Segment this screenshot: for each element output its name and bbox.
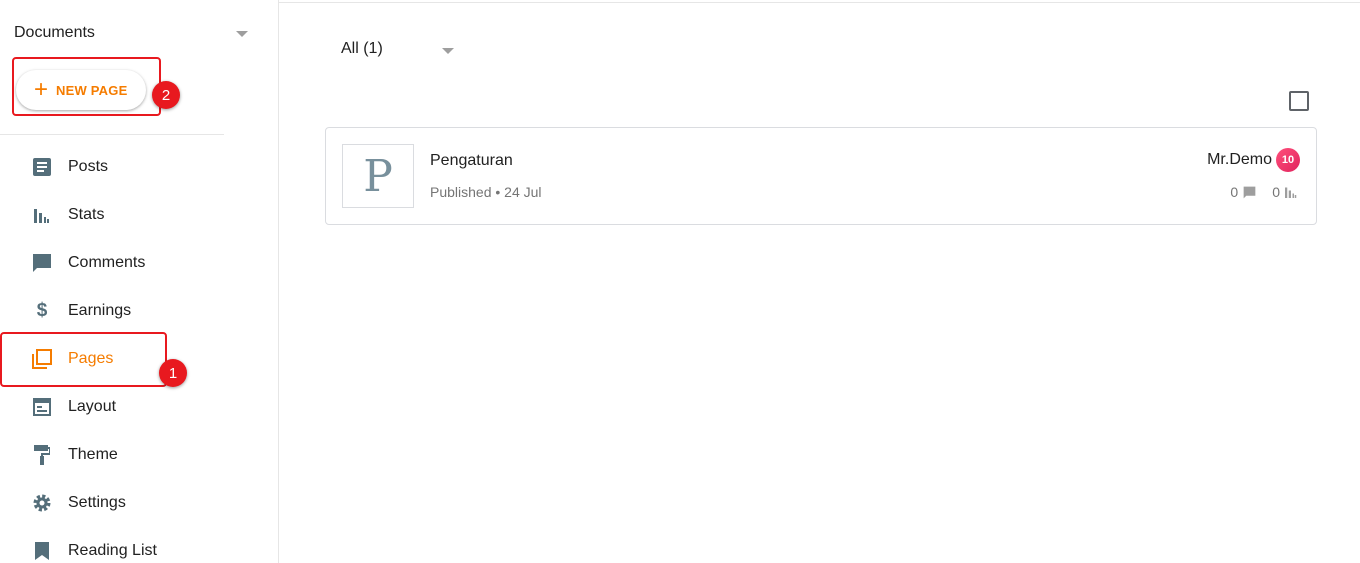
sidebar-item-comments[interactable]: Comments	[0, 239, 270, 287]
sidebar-item-theme[interactable]: Theme	[0, 431, 270, 479]
posts-icon	[32, 157, 52, 177]
avatar: 10	[1276, 148, 1300, 172]
page-thumbnail: P	[342, 144, 414, 208]
sidebar-item-label: Earnings	[68, 302, 132, 319]
annotation-box-new-page	[12, 57, 161, 116]
sidebar-divider	[0, 134, 224, 135]
dollar-icon: $	[36, 300, 48, 321]
page-list-item[interactable]: P Pengaturan Published • 24 Jul Mr.Demo …	[325, 127, 1317, 225]
author-name: Mr.Demo	[1207, 151, 1272, 168]
blog-selector-label: Documents	[14, 24, 95, 41]
sidebar-item-layout[interactable]: Layout	[0, 383, 270, 431]
sidebar-item-label: Stats	[68, 206, 105, 223]
page-title[interactable]: Pengaturan	[430, 152, 513, 170]
comments-icon	[32, 253, 52, 273]
sidebar-item-label: Posts	[68, 158, 109, 175]
select-all-checkbox[interactable]	[1289, 91, 1309, 111]
filter-label: All (1)	[341, 40, 383, 57]
sidebar-item-earnings[interactable]: $ Earnings	[0, 287, 270, 335]
comment-count: 0	[1230, 184, 1239, 200]
page-stats: 0 0	[1230, 184, 1298, 200]
comment-icon	[1242, 185, 1256, 199]
stats-icon	[1284, 185, 1298, 199]
annotation-badge-1: 1	[159, 359, 187, 387]
annotation-box-pages	[0, 332, 167, 387]
chevron-down-icon	[236, 31, 248, 37]
gear-icon	[32, 493, 52, 513]
page-author: Mr.Demo 10	[1207, 148, 1300, 172]
paint-roller-icon	[32, 445, 52, 465]
view-count: 0	[1272, 184, 1280, 200]
layout-icon	[32, 397, 52, 417]
sidebar-item-posts[interactable]: Posts	[0, 143, 270, 191]
page-status: Published • 24 Jul	[430, 184, 542, 200]
sidebar-item-label: Comments	[68, 254, 146, 271]
bookmark-icon	[32, 541, 52, 561]
sidebar-item-stats[interactable]: Stats	[0, 191, 270, 239]
stats-icon	[32, 205, 52, 225]
annotation-badge-2: 2	[152, 81, 180, 109]
sidebar-item-settings[interactable]: Settings	[0, 479, 270, 527]
sidebar-item-label: Layout	[68, 398, 117, 415]
sidebar-item-label: Theme	[68, 446, 118, 463]
top-divider	[278, 2, 1360, 3]
blog-selector[interactable]: Documents	[14, 24, 254, 46]
chevron-down-icon	[442, 48, 454, 54]
sidebar-item-reading-list[interactable]: Reading List	[0, 527, 270, 563]
sidebar-item-label: Settings	[68, 494, 126, 511]
sidebar-item-label: Reading List	[68, 542, 157, 559]
page-filter-dropdown[interactable]: All (1)	[341, 40, 461, 64]
